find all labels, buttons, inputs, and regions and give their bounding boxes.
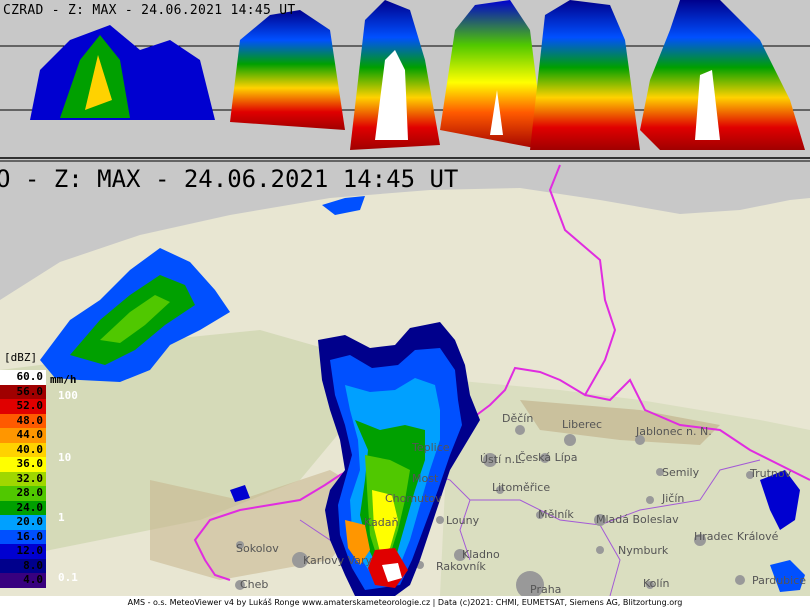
city-label: Jablonec n. N.: [636, 425, 712, 438]
footer-credits: AMS - o.s. MeteoViewer v4 by Lukáš Ronge…: [0, 596, 810, 610]
map-panel: O - Z: MAX - 24.06.2021 14:45 UT: [0, 162, 810, 599]
legend-rate: 0.1: [58, 571, 78, 584]
legend-rate: 10: [58, 451, 72, 464]
legend-level: 32.0: [0, 471, 46, 486]
cross-section-panel: CZRAD - Z: MAX - 24.06.2021 14:45 UT: [0, 0, 810, 162]
legend-level: 56.0: [0, 384, 46, 399]
legend-level: 24.0: [0, 500, 46, 515]
legend-unit: [dBZ]: [4, 351, 38, 364]
legend-level: 12.0: [0, 544, 46, 559]
city-label: Trutnov: [750, 467, 792, 480]
map-title: O - Z: MAX - 24.06.2021 14:45 UT: [0, 165, 458, 193]
legend-rate-unit: mm/h: [50, 373, 77, 386]
city-label: Mladá Boleslav: [596, 513, 679, 526]
city-label: Česká Lípa: [518, 451, 578, 464]
city-label: Most: [412, 472, 439, 485]
city-label: Chomutov: [385, 492, 442, 505]
legend-level: 20.0: [0, 515, 46, 530]
city-label: Rakovník: [436, 560, 486, 573]
city-label: Mělník: [538, 508, 574, 521]
city-label: Teplice: [412, 441, 450, 454]
legend-level: 28.0: [0, 486, 46, 501]
city-label: Hradec Králové: [694, 530, 779, 543]
city-label: Sokolov: [236, 542, 279, 555]
legend-level: 4.0: [0, 573, 46, 588]
legend-rate: 1: [58, 511, 65, 524]
legend-level: 16.0: [0, 529, 46, 544]
city-label: Jičín: [662, 492, 685, 505]
city-label: Praha: [530, 583, 562, 596]
legend-level: 8.0: [0, 558, 46, 573]
city-label: Karlovy Vary: [303, 554, 373, 567]
legend-level: 44.0: [0, 428, 46, 443]
city-label: Louny: [446, 514, 480, 527]
city-label: Cheb: [240, 578, 269, 591]
city-label: Kadaň: [364, 516, 399, 529]
legend-level: 52.0: [0, 399, 46, 414]
city-label: Nymburk: [618, 544, 669, 557]
city-label: Pardubice: [752, 574, 807, 587]
legend-level: 40.0: [0, 442, 46, 457]
legend-rate: 100: [58, 389, 78, 402]
legend-level: 48.0: [0, 413, 46, 428]
city-label: Litoměřice: [492, 481, 551, 494]
city-label: Semily: [662, 466, 700, 479]
legend: [dBZ] mm/h 60.0 56.0 52.0 48.0 44.0 40.0 36.0 3…: [0, 351, 78, 595]
legend-level: 60.0: [0, 370, 46, 385]
cross-section-title: CZRAD - Z: MAX - 24.06.2021 14:45 UT: [3, 3, 296, 18]
legend-level: 36.0: [0, 457, 46, 472]
city-label: Děčín: [502, 412, 534, 425]
city-label: Kolín: [643, 577, 670, 590]
city-label: Liberec: [562, 418, 603, 431]
radar-composite: CZRAD - Z: MAX - 24.06.2021 14:45 UT O -…: [0, 0, 810, 599]
